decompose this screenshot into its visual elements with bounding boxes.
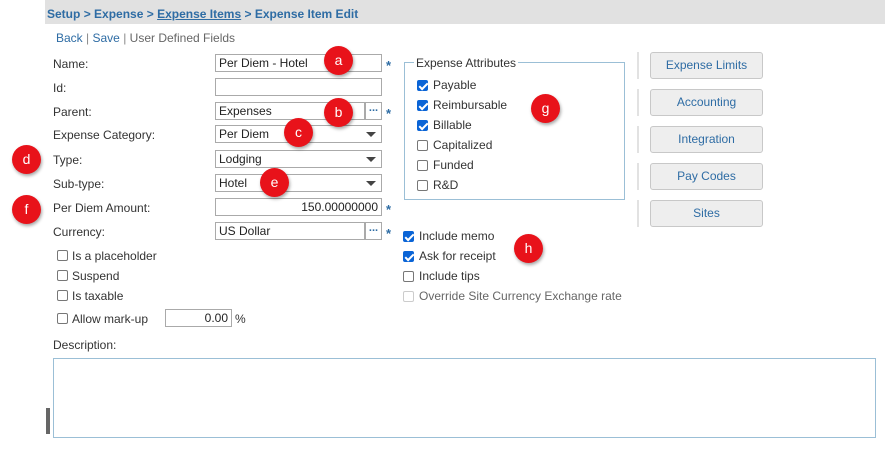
rnd-label: R&D	[433, 178, 459, 192]
override-exchange-rate-label: Override Site Currency Exchange rate	[419, 289, 622, 303]
id-input[interactable]	[215, 78, 382, 96]
type-label: Type:	[53, 153, 83, 167]
expense-attributes-legend: Expense Attributes	[414, 56, 519, 70]
type-value: Lodging	[219, 152, 262, 166]
expense-category-value: Per Diem	[219, 127, 270, 141]
currency-input[interactable]: US Dollar	[215, 222, 365, 240]
taxable-label: Is taxable	[72, 289, 124, 303]
funded-checkbox[interactable]	[417, 160, 428, 171]
markup-unit: %	[235, 312, 246, 326]
save-link[interactable]: Save	[93, 31, 120, 45]
subtype-label: Sub-type:	[53, 177, 105, 191]
toolbar: Back | Save | User Defined Fields	[56, 31, 235, 45]
reimbursable-label: Reimbursable	[433, 98, 508, 112]
pay-codes-button[interactable]: Pay Codes	[650, 163, 763, 190]
parent-lookup-button[interactable]: ...	[365, 102, 382, 120]
payable-checkbox[interactable]	[417, 80, 428, 91]
taxable-checkbox[interactable]	[57, 290, 68, 301]
button-separator	[637, 126, 639, 153]
markup-input[interactable]: 0.00	[165, 309, 232, 327]
reimbursable-checkbox[interactable]	[417, 100, 428, 111]
payable-label: Payable	[433, 78, 477, 92]
integration-button[interactable]: Integration	[650, 126, 763, 153]
funded-label: Funded	[433, 158, 474, 172]
expense-category-label: Expense Category:	[53, 128, 156, 142]
name-input[interactable]: Per Diem - Hotel	[215, 54, 382, 72]
ask-for-receipt-label: Ask for receipt	[419, 249, 496, 263]
annotation-badge-e: e	[260, 168, 289, 197]
required-marker: *	[386, 202, 392, 217]
billable-checkbox[interactable]	[417, 120, 428, 131]
annotation-badge-d: d	[12, 145, 41, 174]
suspend-label: Suspend	[72, 269, 120, 283]
include-tips-checkbox[interactable]	[403, 271, 414, 282]
annotation-badge-b: b	[324, 98, 353, 127]
parent-label: Parent:	[53, 105, 92, 119]
capitalized-label: Capitalized	[433, 138, 493, 152]
currency-lookup-button[interactable]: ...	[365, 222, 382, 240]
annotation-badge-f: f	[12, 195, 41, 224]
per-diem-amount-input[interactable]: 150.00000000	[215, 198, 382, 216]
subtype-value: Hotel	[219, 176, 248, 190]
rnd-checkbox[interactable]	[417, 180, 428, 191]
ask-for-receipt-checkbox[interactable]	[403, 251, 414, 262]
subtype-select[interactable]: Hotel	[215, 174, 382, 192]
type-select[interactable]: Lodging	[215, 150, 382, 168]
breadcrumb-current: Expense Item Edit	[254, 7, 359, 21]
currency-label: Currency:	[53, 225, 106, 239]
annotation-badge-a: a	[324, 46, 353, 75]
toolbar-divider: |	[123, 31, 127, 45]
placeholder-label: Is a placeholder	[72, 249, 157, 263]
expense-limits-button[interactable]: Expense Limits	[650, 52, 763, 79]
sites-button[interactable]: Sites	[650, 200, 763, 227]
accounting-button[interactable]: Accounting	[650, 89, 763, 116]
breadcrumb-setup[interactable]: Setup	[47, 7, 80, 21]
id-label: Id:	[53, 81, 67, 95]
required-marker: *	[386, 58, 392, 73]
markup-label: Allow mark-up	[72, 312, 149, 326]
button-separator	[637, 163, 639, 190]
billable-label: Billable	[433, 118, 472, 132]
annotation-badge-c: c	[284, 118, 313, 147]
include-tips-label: Include tips	[419, 269, 480, 283]
back-link[interactable]: Back	[56, 31, 83, 45]
breadcrumb: Setup > Expense > Expense Items > Expens…	[47, 7, 358, 21]
override-exchange-rate-checkbox[interactable]	[403, 291, 414, 302]
breadcrumb-separator: >	[146, 7, 154, 21]
description-label: Description:	[53, 338, 117, 352]
capitalized-checkbox[interactable]	[417, 140, 428, 151]
button-separator	[637, 52, 639, 79]
button-separator	[637, 89, 639, 116]
description-textarea[interactable]	[53, 358, 876, 438]
suspend-checkbox[interactable]	[57, 270, 68, 281]
breadcrumb-separator: >	[244, 7, 252, 21]
placeholder-checkbox[interactable]	[57, 250, 68, 261]
annotation-badge-h: h	[514, 234, 543, 263]
toolbar-divider: |	[86, 31, 90, 45]
user-defined-fields-link[interactable]: User Defined Fields	[130, 31, 235, 45]
breadcrumb-expense[interactable]: Expense	[94, 7, 143, 21]
per-diem-amount-label: Per Diem Amount:	[53, 201, 151, 215]
required-marker: *	[386, 226, 392, 241]
button-separator	[637, 200, 639, 227]
name-label: Name:	[53, 57, 89, 71]
required-marker: *	[386, 106, 392, 121]
include-memo-checkbox[interactable]	[403, 231, 414, 242]
breadcrumb-separator: >	[83, 7, 91, 21]
markup-checkbox[interactable]	[57, 313, 68, 324]
annotation-badge-g: g	[531, 94, 560, 123]
breadcrumb-expense-items[interactable]: Expense Items	[157, 7, 241, 21]
include-memo-label: Include memo	[419, 229, 495, 243]
left-edge-marker	[46, 408, 50, 434]
